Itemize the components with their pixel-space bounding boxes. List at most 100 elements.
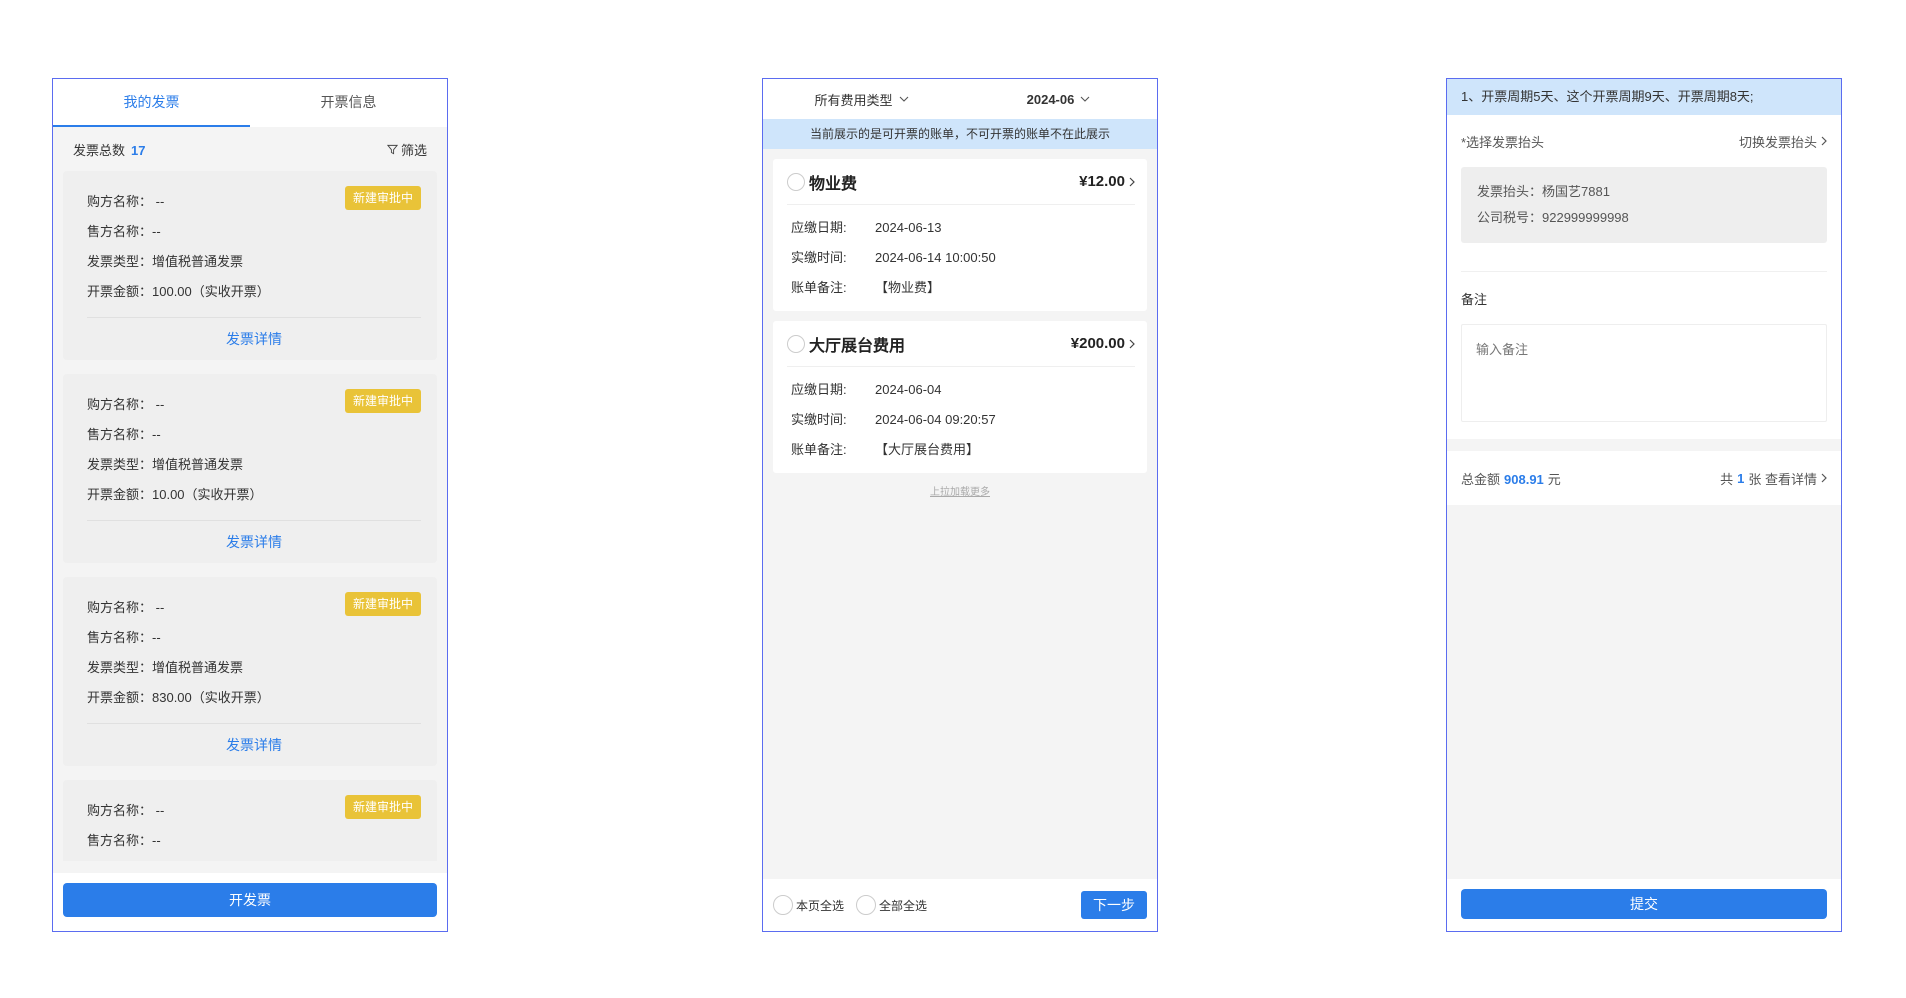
paid-time-label: 实缴时间: [791, 250, 847, 265]
view-detail-link[interactable]: 共1张 查看详情 [1720, 469, 1827, 488]
memo-label: 备注 [1461, 292, 1488, 307]
count-prefix: 共 [1720, 471, 1734, 487]
switch-header-label: 切换发票抬头 [1738, 134, 1817, 150]
choose-header-label: *选择发票抬头 [1461, 134, 1545, 150]
invoice-amount: 开票金额：100.00（实收开票） [87, 284, 270, 299]
due-date-row: 应缴日期: 2024-06-04 [791, 375, 1135, 405]
due-date-row: 应缴日期: 2024-06-13 [791, 213, 1135, 243]
invoice-detail-link[interactable]: 发票详情 [87, 521, 421, 563]
bill-name: 大厅展台费用 [809, 337, 906, 355]
paid-time-value: 2024-06-04 09:20:57 [875, 412, 996, 427]
paid-time-value: 2024-06-14 10:00:50 [875, 250, 996, 265]
bill-amount-link[interactable]: ¥200.00 [1071, 335, 1135, 352]
fee-type-dropdown[interactable]: 所有费用类型 [763, 90, 960, 109]
seller-name: 售方名称：-- [87, 427, 161, 442]
select-page-label: 本页全选 [796, 898, 845, 913]
invoice-count-value: 1 [1737, 470, 1745, 486]
chevron-down-icon [899, 96, 908, 102]
total-amount-value: 908.91 [1504, 471, 1544, 487]
seller-name: 售方名称：-- [87, 630, 161, 645]
month-dropdown[interactable]: 2024-06 [960, 92, 1157, 107]
remark-row: 账单备注: 【物业费】 [791, 273, 1135, 303]
invoice-card: 新建审批中 购方名称： -- 售方名称：-- 发票类型：增值税普通发票 开票金额… [63, 171, 437, 360]
total-amount: 总金额 908.91 元 [1461, 469, 1561, 488]
issue-invoice-button[interactable]: 开发票 [63, 883, 437, 917]
bottom-bar: 提交 [1447, 879, 1841, 931]
period-notice: 1、开票周期5天、这个开票周期9天、开票周期8天; [1447, 79, 1841, 115]
memo-input[interactable] [1461, 324, 1827, 422]
invoice-amount: 开票金额：10.00（实收开票） [87, 487, 263, 502]
bill-header: 大厅展台费用 ¥200.00 [787, 321, 1135, 367]
invoice-card: 新建审批中 购方名称： -- 售方名称：-- 发票类型：增值税普通发票 [63, 780, 437, 861]
next-step-button[interactable]: 下一步 [1081, 891, 1147, 919]
invoice-count-value: 17 [131, 142, 146, 158]
filter-icon [386, 144, 398, 154]
invoice-card: 新建审批中 购方名称： -- 售方名称：-- 发票类型：增值税普通发票 开票金额… [63, 577, 437, 766]
seller-name: 售方名称：-- [87, 833, 161, 848]
chevron-down-icon [1080, 96, 1090, 102]
select-all-checkbox[interactable]: 全部全选 [856, 895, 927, 915]
status-badge: 新建审批中 [344, 795, 421, 819]
due-date-value: 2024-06-13 [875, 220, 942, 235]
bill-select-radio[interactable] [787, 334, 805, 353]
status-badge: 新建审批中 [344, 389, 421, 413]
bottom-bar: 开发票 [53, 873, 447, 931]
bill-details: 应缴日期: 2024-06-13 实缴时间: 2024-06-14 10:00:50… [787, 205, 1135, 311]
remark-row: 账单备注: 【大厅展台费用】 [791, 435, 1135, 465]
remark-label: 账单备注: [791, 442, 847, 457]
bill-amount: ¥12.00 [1079, 173, 1125, 190]
switch-header-link[interactable]: 切换发票抬头 [1739, 132, 1827, 151]
total-label: 总金额 [1461, 471, 1501, 487]
invoice-form: *选择发票抬头 切换发票抬头 发票抬头：杨国艺7881 公司税号：9229999… [1447, 115, 1841, 439]
notice-banner: 当前展示的是可开票的账单，不可开票的账单不在此展示 [763, 119, 1157, 149]
month-label: 2024-06 [1026, 91, 1075, 107]
invoice-detail-link[interactable]: 发票详情 [87, 724, 421, 766]
bill-item: 大厅展台费用 ¥200.00 应缴日期: 2024-06-04 实缴时间: 2024… [773, 321, 1147, 473]
remark-label: 账单备注: [791, 280, 847, 295]
paid-time-row: 实缴时间: 2024-06-14 10:00:50 [791, 243, 1135, 273]
invoice-type: 发票类型：增值税普通发票 [87, 660, 244, 675]
total-row: 总金额 908.91 元 共1张 查看详情 [1447, 451, 1841, 505]
tab-invoice-info[interactable]: 开票信息 [250, 79, 447, 127]
paid-time-row: 实缴时间: 2024-06-04 09:20:57 [791, 405, 1135, 435]
tax-number: 公司税号：922999999998 [1477, 210, 1629, 225]
bill-select-radio[interactable] [787, 172, 805, 191]
invoice-card-list: 新建审批中 购方名称： -- 售方名称：-- 发票类型：增值税普通发票 开票金额… [53, 171, 447, 861]
bill-item: 物业费 ¥12.00 应缴日期: 2024-06-13 实缴时间: 2024-06-… [773, 159, 1147, 311]
status-badge: 新建审批中 [344, 186, 421, 210]
invoice-list-screen: 我的发票 开票信息 发票总数 17 筛选 新建审批中 购方名称： -- 售方名称：… [52, 78, 448, 932]
paid-time-label: 实缴时间: [791, 412, 847, 427]
select-all-radio [856, 895, 877, 915]
chevron-right-icon [1129, 177, 1135, 186]
invoice-detail-link[interactable]: 发票详情 [87, 318, 421, 360]
invoice-header-card: 发票抬头：杨国艺7881 公司税号：922999999998 [1461, 167, 1827, 243]
bottom-bar: 本页全选 全部全选 下一步 [763, 879, 1157, 931]
total-unit: 元 [1547, 471, 1561, 487]
bill-selection-screen: 所有费用类型 2024-06 当前展示的是可开票的账单，不可开票的账单不在此展示… [762, 78, 1158, 932]
select-page-radio [773, 895, 793, 915]
tab-bar: 我的发票 开票信息 [53, 79, 447, 127]
status-badge: 新建审批中 [344, 592, 421, 616]
invoice-summary: 发票总数 17 筛选 [53, 127, 447, 171]
due-date-label: 应缴日期: [791, 220, 847, 235]
bill-name: 物业费 [809, 175, 858, 193]
invoice-type: 发票类型：增值税普通发票 [87, 457, 244, 472]
bill-list: 物业费 ¥12.00 应缴日期: 2024-06-13 实缴时间: 2024-06-… [763, 149, 1157, 498]
bill-amount: ¥200.00 [1070, 335, 1125, 352]
due-date-label: 应缴日期: [791, 382, 847, 397]
filter-label: 筛选 [400, 142, 427, 158]
invoice-submit-screen: 1、开票周期5天、这个开票周期9天、开票周期8天; *选择发票抬头 切换发票抬头… [1446, 78, 1842, 932]
bill-amount-link[interactable]: ¥12.00 [1079, 173, 1135, 190]
filter-button[interactable]: 筛选 [386, 140, 427, 159]
submit-button[interactable]: 提交 [1461, 889, 1827, 919]
fee-type-label: 所有费用类型 [814, 92, 893, 108]
invoice-type: 发票类型：增值税普通发票 [87, 856, 421, 861]
choose-header-row: *选择发票抬头 切换发票抬头 [1461, 115, 1827, 167]
bill-details: 应缴日期: 2024-06-04 实缴时间: 2024-06-04 09:20:57… [787, 367, 1135, 473]
invoice-card: 新建审批中 购方名称： -- 售方名称：-- 发票类型：增值税普通发票 开票金额… [63, 374, 437, 563]
select-page-checkbox[interactable]: 本页全选 [773, 895, 844, 915]
tab-my-invoices[interactable]: 我的发票 [53, 79, 250, 127]
remark-value: 【物业费】 [875, 280, 941, 295]
invoice-count-label: 发票总数 [73, 142, 126, 158]
